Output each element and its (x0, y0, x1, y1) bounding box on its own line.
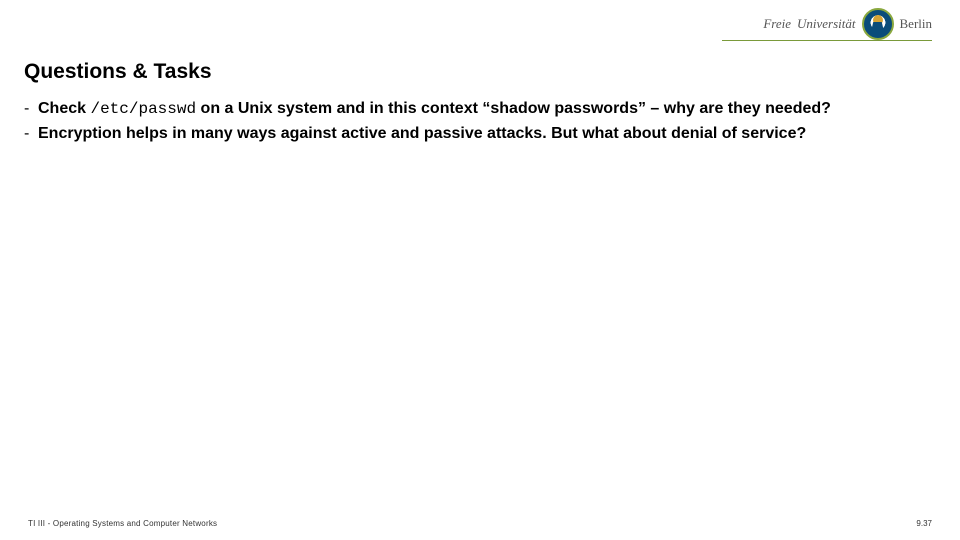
brand-underline (722, 40, 932, 41)
bullet-list: - Check /etc/passwd on a Unix system and… (24, 98, 932, 147)
bullet-text: Check /etc/passwd on a Unix system and i… (38, 98, 831, 121)
brand-word-universitaet: Universität (797, 16, 856, 32)
brand-header: Freie Universität Berlin (763, 8, 932, 40)
university-seal-icon (862, 8, 894, 40)
slide-title: Questions & Tasks (24, 60, 212, 84)
brand-word-berlin: Berlin (900, 16, 933, 32)
list-item: - Check /etc/passwd on a Unix system and… (24, 98, 932, 121)
bullet-dash-icon: - (24, 98, 38, 120)
footer-page-number: 9.37 (916, 519, 932, 528)
bullet-code: /etc/passwd (90, 100, 196, 118)
bullet-lead: Check (38, 100, 90, 117)
bullet-dash-icon: - (24, 123, 38, 145)
brand-word-freie: Freie (763, 16, 791, 32)
bullet-lead: Encryption helps in many ways against ac… (38, 125, 806, 142)
footer-course: TI III - Operating Systems and Computer … (28, 519, 217, 528)
list-item: - Encryption helps in many ways against … (24, 123, 932, 146)
bullet-text: Encryption helps in many ways against ac… (38, 123, 806, 146)
bullet-tail: on a Unix system and in this context “sh… (196, 100, 831, 117)
